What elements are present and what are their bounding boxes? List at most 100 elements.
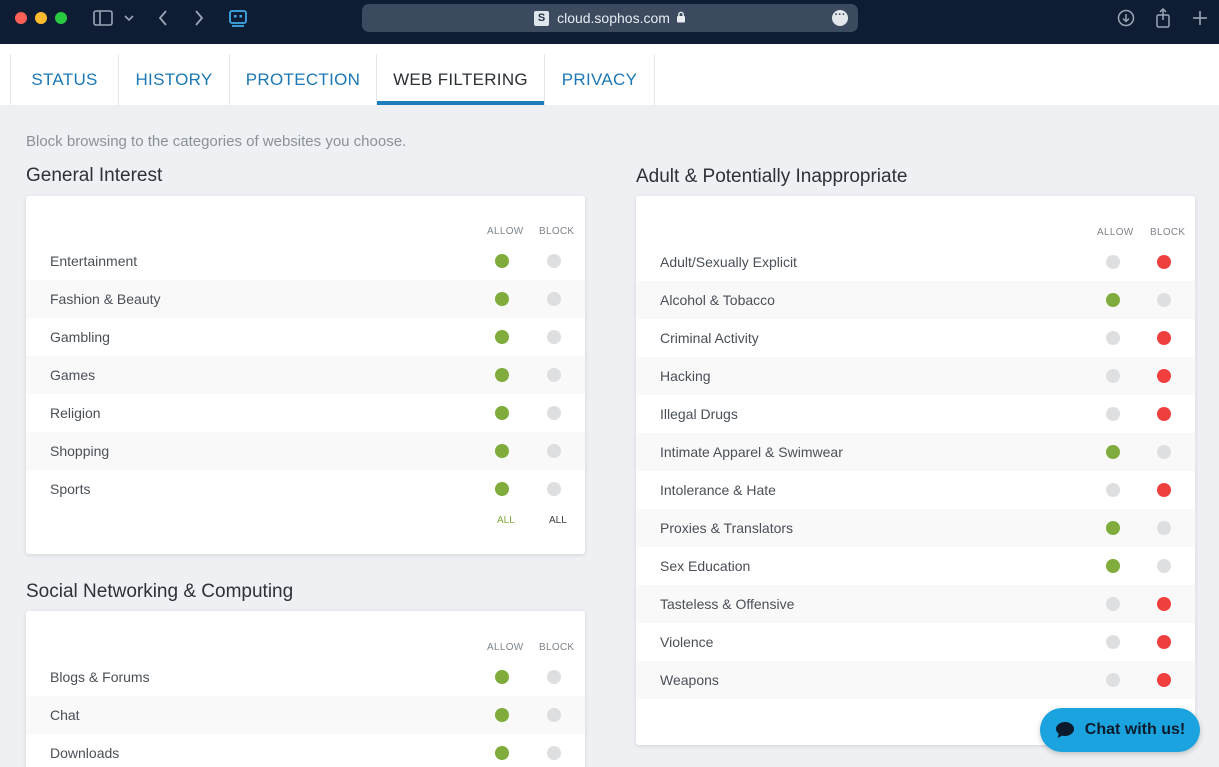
block-radio[interactable]	[1157, 445, 1171, 459]
allow-radio[interactable]	[1106, 369, 1120, 383]
new-tab-icon[interactable]	[1190, 8, 1210, 28]
sidebar-toggle-icon[interactable]	[92, 8, 114, 28]
share-icon[interactable]	[1153, 8, 1173, 28]
more-options-icon[interactable]: ···	[832, 10, 848, 26]
allow-radio[interactable]	[495, 708, 509, 722]
category-row: Adult/Sexually Explicit	[636, 243, 1195, 281]
category-row: Downloads	[26, 734, 585, 767]
block-radio[interactable]	[1157, 331, 1171, 345]
category-label: Weapons	[660, 672, 719, 688]
block-radio[interactable]	[547, 482, 561, 496]
tab-privacy[interactable]: PRIVACY	[544, 54, 655, 105]
allow-radio[interactable]	[1106, 293, 1120, 307]
tab-web-filtering[interactable]: WEB FILTERING	[376, 54, 544, 105]
allow-radio[interactable]	[1106, 597, 1120, 611]
allow-radio[interactable]	[1106, 483, 1120, 497]
category-row: Games	[26, 356, 585, 394]
allow-radio[interactable]	[495, 406, 509, 420]
allow-radio[interactable]	[1106, 255, 1120, 269]
category-row: Entertainment	[26, 242, 585, 280]
block-all-button[interactable]: ALL	[549, 515, 567, 526]
block-radio[interactable]	[547, 444, 561, 458]
allow-radio[interactable]	[495, 254, 509, 268]
block-radio[interactable]	[1157, 521, 1171, 535]
allow-radio[interactable]	[1106, 331, 1120, 345]
allow-radio[interactable]	[495, 670, 509, 684]
category-row: Shopping	[26, 432, 585, 470]
category-label: Games	[50, 367, 96, 383]
block-radio[interactable]	[547, 406, 561, 420]
allow-radio[interactable]	[1106, 673, 1120, 687]
category-row: Religion	[26, 394, 585, 432]
category-row: Gambling	[26, 318, 585, 356]
category-label: Intimate Apparel & Swimwear	[660, 444, 843, 460]
allow-column-header: ALLOW	[1097, 227, 1134, 238]
block-radio[interactable]	[1157, 369, 1171, 383]
allow-radio[interactable]	[1106, 635, 1120, 649]
tab-history[interactable]: HISTORY	[118, 54, 229, 105]
browser-toolbar: S cloud.sophos.com ···	[0, 0, 1219, 44]
chat-with-us-button[interactable]: Chat with us!	[1040, 708, 1200, 752]
block-column-header: BLOCK	[1150, 227, 1186, 238]
category-label: Shopping	[50, 443, 110, 459]
category-label: Illegal Drugs	[660, 406, 738, 422]
block-radio[interactable]	[547, 292, 561, 306]
minimize-window-button[interactable]	[35, 12, 47, 24]
category-row: Weapons	[636, 661, 1195, 699]
chevron-down-icon[interactable]	[122, 8, 136, 28]
allow-all-button[interactable]: ALL	[497, 515, 515, 526]
category-label: Intolerance & Hate	[660, 482, 776, 498]
allow-radio[interactable]	[1106, 559, 1120, 573]
address-bar[interactable]: S cloud.sophos.com ···	[362, 4, 858, 32]
robot-extension-icon[interactable]	[227, 8, 249, 28]
block-column-header: BLOCK	[539, 642, 575, 653]
category-label: Violence	[660, 634, 714, 650]
block-radio[interactable]	[547, 368, 561, 382]
category-row: Chat	[26, 696, 585, 734]
category-label: Gambling	[50, 329, 110, 345]
allow-radio[interactable]	[495, 482, 509, 496]
category-row: Sports	[26, 470, 585, 508]
download-icon[interactable]	[1116, 8, 1136, 28]
block-radio[interactable]	[1157, 407, 1171, 421]
general-interest-card: ALLOW BLOCK Entertainment Fashion & Beaut…	[26, 196, 585, 554]
allow-radio[interactable]	[1106, 445, 1120, 459]
block-radio[interactable]	[547, 330, 561, 344]
block-radio[interactable]	[1157, 559, 1171, 573]
allow-radio[interactable]	[495, 292, 509, 306]
lock-icon	[676, 10, 686, 26]
block-radio[interactable]	[1157, 635, 1171, 649]
category-row: Violence	[636, 623, 1195, 661]
category-label: Alcohol & Tobacco	[660, 292, 775, 308]
block-radio[interactable]	[1157, 597, 1171, 611]
forward-icon[interactable]	[190, 8, 208, 28]
block-radio[interactable]	[547, 670, 561, 684]
close-window-button[interactable]	[15, 12, 27, 24]
back-icon[interactable]	[154, 8, 172, 28]
block-radio[interactable]	[547, 708, 561, 722]
block-radio[interactable]	[547, 254, 561, 268]
chat-label: Chat with us!	[1084, 721, 1186, 738]
allow-radio[interactable]	[495, 444, 509, 458]
allow-radio[interactable]	[495, 330, 509, 344]
block-radio[interactable]	[547, 746, 561, 760]
block-radio[interactable]	[1157, 293, 1171, 307]
allow-radio[interactable]	[495, 368, 509, 382]
category-row: Alcohol & Tobacco	[636, 281, 1195, 319]
category-row: Sex Education	[636, 547, 1195, 585]
category-row: Fashion & Beauty	[26, 280, 585, 318]
allow-radio[interactable]	[495, 746, 509, 760]
category-label: Proxies & Translators	[660, 520, 794, 536]
zoom-window-button[interactable]	[55, 12, 67, 24]
category-label: Sex Education	[660, 558, 751, 574]
category-label: Adult/Sexually Explicit	[660, 254, 797, 270]
tab-status[interactable]: STATUS	[10, 54, 118, 105]
block-radio[interactable]	[1157, 255, 1171, 269]
block-radio[interactable]	[1157, 673, 1171, 687]
allow-radio[interactable]	[1106, 407, 1120, 421]
allow-column-header: ALLOW	[487, 226, 524, 237]
tab-protection[interactable]: PROTECTION	[229, 54, 376, 105]
allow-radio[interactable]	[1106, 521, 1120, 535]
block-radio[interactable]	[1157, 483, 1171, 497]
category-label: Sports	[50, 481, 91, 497]
